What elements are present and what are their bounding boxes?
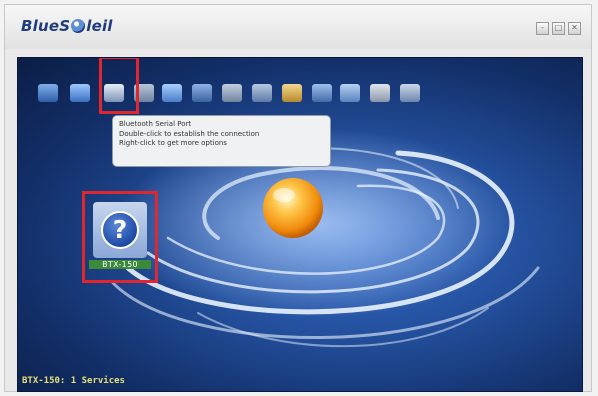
headset-icon-glyph: [312, 84, 332, 102]
personal-area-icon[interactable]: [368, 82, 392, 104]
window-controls: - □ ✕: [536, 22, 581, 35]
network-access-icon-glyph: [38, 84, 58, 102]
fax-icon[interactable]: [220, 82, 244, 104]
title-bar[interactable]: BlueS leil - □ ✕: [5, 5, 591, 49]
logo-text-prefix: BlueS: [21, 17, 71, 35]
device-name-label: BTX-150: [89, 260, 151, 269]
service-tooltip: Bluetooth Serial Port Double-click to es…: [112, 115, 331, 167]
object-push-icon[interactable]: [250, 82, 274, 104]
personal-area-icon-glyph: [370, 84, 390, 102]
bluesoleil-window: BlueS leil - □ ✕ Bluetooth Serial Port D…: [4, 4, 592, 392]
device-tile[interactable]: ?: [93, 202, 147, 258]
device-btx-150[interactable]: ? BTX-150: [82, 191, 158, 283]
folder-share-icon-glyph: [282, 84, 302, 102]
lan-access-icon-glyph: [192, 84, 212, 102]
fax-icon-glyph: [222, 84, 242, 102]
pim-sync-icon-glyph: [162, 84, 182, 102]
maximize-button[interactable]: □: [552, 22, 565, 35]
unknown-device-icon: ?: [101, 211, 139, 249]
tooltip-title: Bluetooth Serial Port: [119, 120, 192, 128]
lan-access-icon[interactable]: [190, 82, 214, 104]
printer-icon[interactable]: [398, 82, 422, 104]
dialup-icon-glyph: [70, 84, 90, 102]
close-button[interactable]: ✕: [568, 22, 581, 35]
minimize-button[interactable]: -: [536, 22, 549, 35]
tooltip-line-1: Double-click to establish the connection: [119, 129, 260, 138]
status-bar-text: BTX-150: 1 Services: [22, 376, 125, 386]
audio-icon[interactable]: [338, 82, 362, 104]
sun-orb: [263, 178, 323, 238]
folder-share-icon[interactable]: [280, 82, 304, 104]
logo-text-suffix: leil: [86, 17, 113, 35]
object-push-icon-glyph: [252, 84, 272, 102]
pim-sync-icon[interactable]: [160, 82, 184, 104]
selected-service-highlight: [99, 58, 139, 114]
audio-icon-glyph: [340, 84, 360, 102]
bluesoleil-logo: BlueS leil: [21, 17, 113, 35]
device-panel: Bluetooth Serial Port Double-click to es…: [17, 57, 583, 392]
tooltip-line-2: Right-click to get more options: [119, 139, 227, 147]
printer-icon-glyph: [400, 84, 420, 102]
dialup-icon[interactable]: [68, 82, 92, 104]
network-access-icon[interactable]: [36, 82, 60, 104]
headset-icon[interactable]: [310, 82, 334, 104]
logo-mark-icon: [71, 19, 86, 33]
